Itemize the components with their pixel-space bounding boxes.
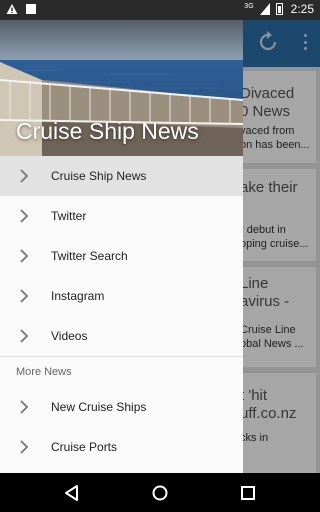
drawer-header: Cruise Ship News bbox=[0, 0, 243, 156]
chevron-right-icon bbox=[20, 249, 29, 263]
system-nav-bar bbox=[0, 473, 320, 512]
drawer-item-new-cruise-ships[interactable]: New Cruise Ships bbox=[0, 387, 243, 427]
drawer-item-label: Twitter bbox=[51, 209, 87, 223]
chevron-right-icon bbox=[20, 169, 29, 183]
chevron-right-icon bbox=[20, 209, 29, 223]
chevron-right-icon bbox=[20, 289, 29, 303]
battery-icon bbox=[275, 3, 283, 15]
drawer-item-cruise-ports[interactable]: Cruise Ports bbox=[0, 427, 243, 467]
drawer-item-label: New Cruise Ships bbox=[51, 400, 147, 414]
recents-icon[interactable] bbox=[236, 481, 260, 505]
drawer-item-label: Instagram bbox=[51, 289, 105, 303]
section-header-more-news: More News bbox=[16, 366, 72, 378]
drawer-item-instagram[interactable]: Instagram bbox=[0, 276, 243, 316]
notification-square-icon bbox=[26, 4, 36, 14]
drawer-item-cruise-ship-news[interactable]: Cruise Ship News bbox=[0, 156, 243, 196]
drawer-item-label: Cruise Ports bbox=[51, 440, 118, 454]
back-icon[interactable] bbox=[60, 481, 84, 505]
home-icon[interactable] bbox=[148, 481, 172, 505]
signal-icon bbox=[259, 3, 270, 15]
navigation-drawer: Cruise Ship News Cruise Ship News Twitte… bbox=[0, 0, 243, 473]
drawer-item-videos[interactable]: Videos bbox=[0, 316, 243, 356]
chevron-right-icon bbox=[20, 440, 29, 454]
drawer-item-twitter-search[interactable]: Twitter Search bbox=[0, 236, 243, 276]
clock: 2:25 bbox=[290, 2, 314, 16]
drawer-item-label: Cruise Ship News bbox=[51, 169, 147, 183]
drawer-title: Cruise Ship News bbox=[16, 118, 199, 144]
chevron-right-icon bbox=[20, 329, 29, 343]
drawer-item-label: Videos bbox=[51, 329, 88, 343]
drawer-item-label: Twitter Search bbox=[51, 249, 128, 263]
chevron-right-icon bbox=[20, 400, 29, 414]
network-type: 3G bbox=[244, 2, 254, 10]
drawer-item-twitter[interactable]: Twitter bbox=[0, 196, 243, 236]
warning-icon bbox=[6, 4, 18, 14]
status-bar: 3G 2:25 bbox=[0, 0, 320, 20]
